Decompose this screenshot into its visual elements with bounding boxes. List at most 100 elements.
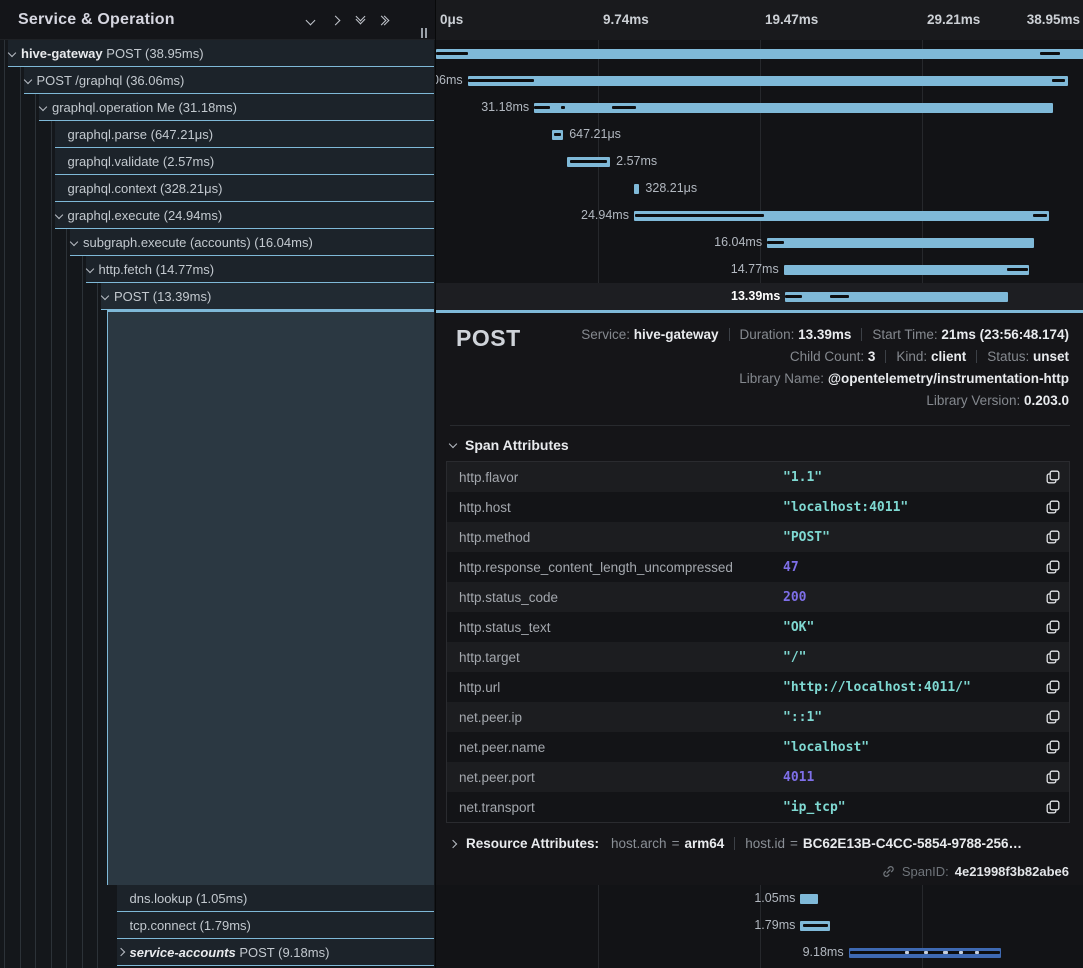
indent-guide	[20, 40, 21, 968]
overview-field-value: 21ms (23:56:48.174)	[941, 327, 1069, 342]
span-bar[interactable]	[800, 894, 817, 904]
copy-icon[interactable]	[1045, 469, 1061, 485]
child-span-marker-light	[959, 951, 963, 954]
attribute-row: http.response_content_length_uncompresse…	[447, 552, 1069, 582]
divider	[450, 425, 1070, 426]
span-tree-row[interactable]: POST (13.39ms)	[101, 283, 434, 310]
copy-icon[interactable]	[1045, 619, 1061, 635]
chevron-down-icon[interactable]	[39, 104, 52, 110]
span-tree-row[interactable]: service-accounts POST (9.18ms)	[117, 939, 435, 966]
attribute-key: http.target	[447, 650, 520, 665]
attribute-value: "localhost"	[783, 740, 869, 755]
chevron-down-icon	[449, 440, 457, 448]
attribute-row: http.url"http://localhost:4011/"	[447, 672, 1069, 702]
timeline-row: 24.94ms	[436, 202, 1083, 229]
span-tree-row[interactable]: graphql.execute (24.94ms)	[55, 202, 435, 229]
span-tree-row[interactable]: graphql.operation Me (31.18ms)	[39, 94, 434, 121]
expand-all-icon[interactable]	[375, 10, 395, 30]
overview-field-label: Service:	[581, 327, 634, 342]
copy-icon[interactable]	[1045, 799, 1061, 815]
child-span-marker	[612, 106, 635, 109]
attribute-value: "/"	[783, 650, 806, 665]
span-tree-row[interactable]: tcp.connect (1.79ms)	[117, 912, 435, 939]
span-name-label: graphql.context (328.21μs)	[68, 181, 223, 196]
expand-one-icon-glyph	[330, 15, 340, 25]
attribute-value: "POST"	[783, 530, 830, 545]
overview-field-value: unset	[1033, 349, 1069, 364]
attribute-value: "::1"	[783, 710, 822, 725]
span-duration-label: 328.21μs	[645, 175, 697, 202]
chevron-down-icon[interactable]	[24, 77, 37, 83]
child-span-marker	[830, 295, 848, 298]
span-id-value: 4e21998f3b82abe6	[955, 864, 1069, 879]
span-bar[interactable]	[784, 265, 1030, 275]
chevron-right-icon[interactable]	[117, 949, 130, 955]
copy-icon[interactable]	[1045, 589, 1061, 605]
timeline-row	[436, 40, 1083, 67]
copy-icon[interactable]	[1045, 709, 1061, 725]
copy-icon[interactable]	[1045, 649, 1061, 665]
timeline-row: 36.06ms	[436, 67, 1083, 94]
child-span-marker	[570, 160, 607, 163]
span-bar[interactable]	[785, 292, 1008, 302]
span-duration-label: 13.39ms	[731, 283, 780, 310]
span-tree-row[interactable]: POST /graphql (36.06ms)	[24, 67, 435, 94]
copy-icon[interactable]	[1045, 559, 1061, 575]
resource-attributes-row[interactable]: Resource Attributes: host.arch=arm64host…	[450, 836, 1022, 851]
chevron-down-icon[interactable]	[55, 212, 68, 218]
overview-field-value: hive-gateway	[634, 327, 719, 342]
span-attributes-title: Span Attributes	[465, 437, 569, 453]
span-tree-row[interactable]: dns.lookup (1.05ms)	[117, 885, 435, 912]
resource-attributes-title: Resource Attributes:	[466, 836, 599, 851]
chevron-down-icon[interactable]	[70, 239, 83, 245]
span-tree-row[interactable]: http.fetch (14.77ms)	[86, 256, 435, 283]
child-span-marker	[767, 241, 784, 244]
column-resize-handle[interactable]	[421, 25, 433, 36]
timeline-row: 16.04ms	[436, 229, 1083, 256]
span-name-label: http.fetch (14.77ms)	[99, 262, 215, 277]
timeline-ruler[interactable]: 0μs9.74ms19.47ms29.21ms38.95ms	[436, 0, 1083, 40]
timeline-row: 13.39ms	[436, 283, 1083, 310]
span-tree-row[interactable]: graphql.parse (647.21μs)	[55, 121, 435, 148]
child-span-marker	[1007, 268, 1029, 271]
span-tree-row[interactable]: hive-gateway POST (38.95ms)	[8, 40, 434, 67]
span-duration-label: 24.94ms	[581, 202, 629, 229]
attribute-key: http.status_code	[447, 590, 558, 605]
overview-field-label: Duration:	[740, 327, 799, 342]
span-bar[interactable]	[436, 49, 1083, 59]
span-tree-row[interactable]: graphql.context (328.21μs)	[55, 175, 435, 202]
expand-one-icon[interactable]	[325, 10, 345, 30]
ruler-tick-label: 19.47ms	[765, 0, 818, 40]
span-tree-row[interactable]: graphql.validate (2.57ms)	[55, 148, 435, 175]
timeline-column: 36.06ms31.18ms647.21μs2.57ms328.21μs24.9…	[435, 0, 1083, 968]
collapse-one-icon[interactable]	[300, 10, 320, 30]
span-bar[interactable]	[767, 238, 1034, 248]
separator	[734, 837, 735, 850]
attribute-row: http.status_text"OK"	[447, 612, 1069, 642]
attribute-value: "ip_tcp"	[783, 800, 846, 815]
span-attributes-header[interactable]: Span Attributes	[450, 437, 569, 453]
span-duration-label: 14.77ms	[731, 256, 779, 283]
copy-icon[interactable]	[1045, 769, 1061, 785]
span-bar[interactable]	[634, 184, 639, 194]
span-duration-label: 16.04ms	[714, 229, 762, 256]
attribute-value: 4011	[783, 770, 814, 785]
attribute-key: net.peer.ip	[447, 710, 522, 725]
span-tree-row[interactable]: subgraph.execute (accounts) (16.04ms)	[70, 229, 434, 256]
collapse-all-icon[interactable]	[350, 10, 370, 30]
span-bar[interactable]	[468, 76, 1068, 86]
copy-icon[interactable]	[1045, 739, 1061, 755]
copy-icon[interactable]	[1045, 499, 1061, 515]
span-duration-label: 1.05ms	[754, 885, 795, 912]
span-duration-label: 647.21μs	[569, 121, 621, 148]
equals-sign: =	[785, 836, 803, 851]
overview-field-label: Child Count:	[790, 349, 868, 364]
copy-icon[interactable]	[1045, 679, 1061, 695]
overview-line: Child Count: 3Kind: clientStatus: unset	[581, 346, 1069, 368]
chevron-down-icon[interactable]	[101, 293, 114, 299]
chevron-down-icon[interactable]	[86, 266, 99, 272]
attribute-row: http.method"POST"	[447, 522, 1069, 552]
chevron-down-icon[interactable]	[8, 50, 21, 56]
span-name-label: graphql.parse (647.21μs)	[68, 127, 214, 142]
copy-icon[interactable]	[1045, 529, 1061, 545]
